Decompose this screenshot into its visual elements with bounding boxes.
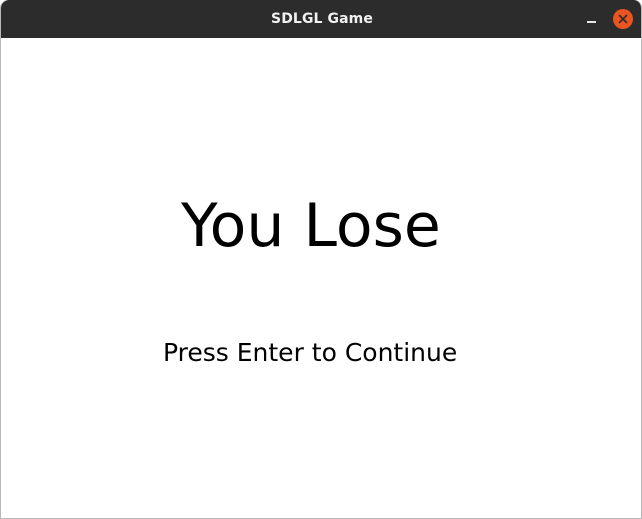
close-icon bbox=[618, 14, 628, 24]
close-button[interactable] bbox=[613, 9, 633, 29]
window-title: SDLGL Game bbox=[271, 11, 373, 27]
minimize-button[interactable] bbox=[581, 8, 603, 30]
title-bar[interactable]: SDLGL Game bbox=[1, 0, 641, 38]
game-canvas[interactable]: You Lose Press Enter to Continue bbox=[1, 38, 641, 518]
game-over-heading: You Lose bbox=[181, 191, 441, 261]
game-window: SDLGL Game You Lose Press Enter to Conti… bbox=[0, 0, 642, 519]
continue-prompt: Press Enter to Continue bbox=[163, 338, 458, 367]
minimize-icon bbox=[587, 21, 596, 23]
